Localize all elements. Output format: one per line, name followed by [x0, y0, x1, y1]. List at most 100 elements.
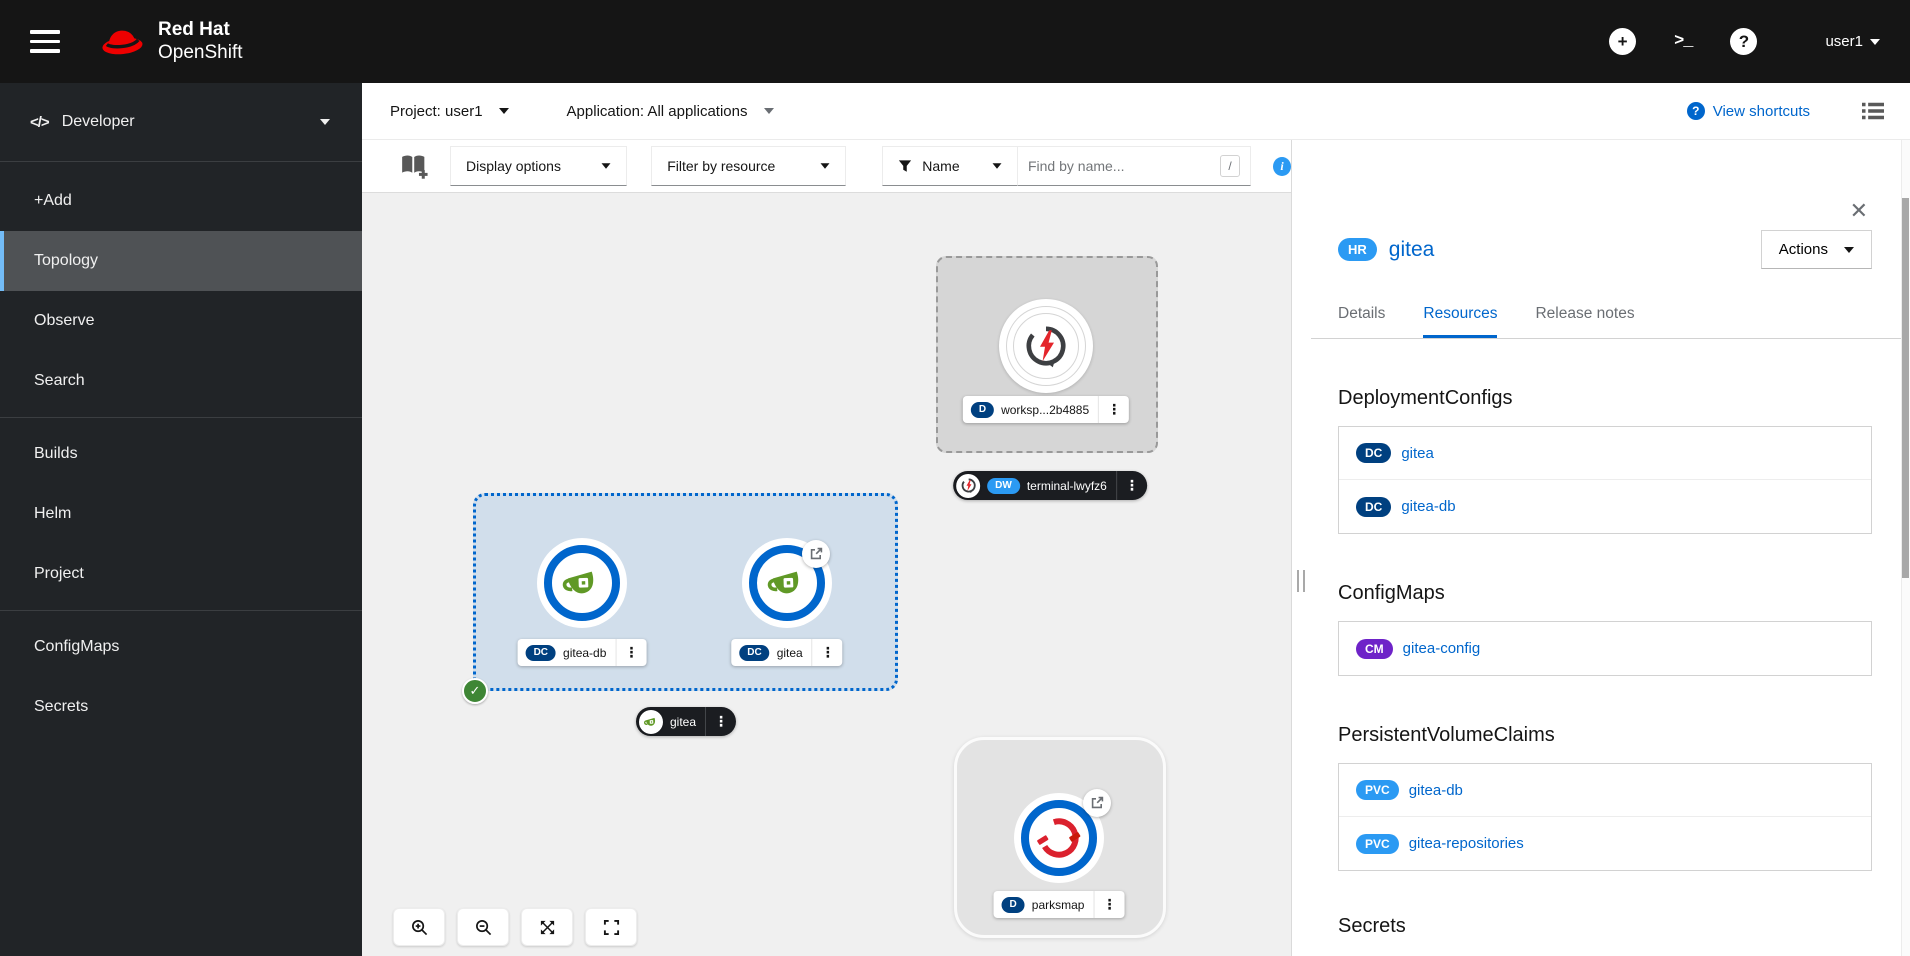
kebab-menu-icon[interactable]: ⋮: [1093, 891, 1124, 918]
masthead: Red Hat OpenShift + >_ ? user1: [0, 0, 1910, 83]
resource-badge-pvc: PVC: [1356, 833, 1399, 854]
open-url-decorator[interactable]: [1083, 789, 1111, 817]
reset-view-button[interactable]: [585, 908, 637, 946]
sidebar-item-secrets[interactable]: Secrets: [0, 677, 362, 737]
red-hat-icon: [102, 30, 143, 54]
resource-link[interactable]: gitea-db: [1409, 782, 1463, 799]
sidebar-item-search[interactable]: Search: [0, 351, 362, 411]
list-item: PVC gitea-db: [1339, 764, 1871, 817]
project-dropdown[interactable]: Project: user1: [390, 103, 509, 120]
canvas-controls: [393, 908, 637, 946]
tab-release-notes[interactable]: Release notes: [1535, 305, 1634, 338]
list-view-toggle-icon[interactable]: [1862, 102, 1884, 120]
find-by-name-field: /: [1017, 146, 1252, 186]
fit-to-screen-button[interactable]: [521, 908, 573, 946]
resource-link[interactable]: gitea-config: [1403, 640, 1481, 657]
kebab-menu-icon[interactable]: ⋮: [615, 639, 646, 666]
zoom-out-button[interactable]: [457, 908, 509, 946]
gitea-db-node[interactable]: [544, 545, 620, 621]
gitea-application-label[interactable]: gitea ⋮: [635, 707, 737, 736]
sidebar-item-observe[interactable]: Observe: [0, 291, 362, 351]
panel-tabs: Details Resources Release notes: [1311, 305, 1910, 339]
success-check-decorator[interactable]: ✓: [462, 678, 488, 704]
resource-badge-hr: HR: [1338, 238, 1377, 261]
chevron-down-icon: [763, 108, 774, 114]
gitea-node-label[interactable]: DC gitea ⋮: [731, 639, 843, 666]
sidebar-item-builds[interactable]: Builds: [0, 424, 362, 484]
display-options-dropdown[interactable]: Display options: [450, 146, 628, 186]
sidebar-item-configmaps[interactable]: ConfigMaps: [0, 617, 362, 677]
find-by-name-input[interactable]: [1027, 158, 1221, 174]
view-shortcuts-link[interactable]: ? View shortcuts: [1686, 102, 1810, 120]
filter-funnel-icon: [899, 160, 912, 172]
parksmap-node-label[interactable]: D parksmap ⋮: [993, 891, 1125, 918]
resource-link[interactable]: gitea: [1401, 445, 1434, 462]
filter-by-resource-label: Filter by resource: [667, 158, 776, 174]
filter-mode-dropdown[interactable]: Name: [882, 146, 1018, 186]
section-heading-configmaps: ConfigMaps: [1338, 582, 1445, 604]
chevron-down-icon: [992, 163, 1002, 169]
resource-badge-dc: DC: [525, 644, 557, 661]
help-icon[interactable]: ?: [1730, 28, 1758, 55]
gitea-mini-icon: [638, 709, 663, 734]
kebab-menu-icon[interactable]: ⋮: [811, 639, 843, 666]
node-label-text: gitea: [776, 645, 803, 660]
filter-mode-label: Name: [922, 158, 960, 174]
workspace-node-label[interactable]: D worksp...2b4885 ⋮: [962, 396, 1130, 423]
workspace-node[interactable]: [999, 299, 1093, 393]
configmaps-list: CM gitea-config: [1338, 621, 1872, 676]
perspective-switcher[interactable]: </> Developer: [0, 83, 362, 162]
zoom-in-button[interactable]: [393, 908, 445, 946]
resource-badge-d: D: [970, 401, 995, 418]
resource-badge-cm: CM: [1356, 638, 1393, 659]
kebab-menu-icon[interactable]: ⋮: [1115, 471, 1147, 500]
web-terminal-icon[interactable]: >_: [1674, 32, 1693, 51]
kebab-menu-icon[interactable]: ⋮: [1098, 396, 1129, 423]
gitea-db-node-label[interactable]: DC gitea-db ⋮: [517, 639, 647, 666]
resource-badge-d: D: [1001, 896, 1025, 913]
close-icon[interactable]: ✕: [1850, 200, 1868, 222]
chevron-down-icon: [601, 163, 611, 169]
sidebar-item-helm[interactable]: Helm: [0, 484, 362, 544]
devworkspace-group-label[interactable]: DW terminal-lwyfz6 ⋮: [953, 471, 1147, 500]
group-label-text: gitea: [669, 714, 697, 729]
node-label-text: parksmap: [1031, 897, 1085, 912]
application-dropdown[interactable]: Application: All applications: [567, 103, 774, 120]
gitea-icon: [562, 571, 594, 594]
panel-title-link[interactable]: gitea: [1389, 238, 1435, 262]
actions-dropdown-button[interactable]: Actions: [1760, 230, 1872, 269]
topology-side-panel: ✕ HR gitea Actions Details Resources Rel…: [1311, 140, 1910, 956]
info-icon[interactable]: i: [1273, 156, 1291, 176]
quick-create-plus-icon[interactable]: +: [1609, 28, 1637, 55]
list-item: DC gitea-db: [1339, 480, 1871, 533]
display-options-label: Display options: [466, 158, 561, 174]
help-circle-icon: ?: [1686, 102, 1705, 120]
developer-code-icon: </>: [30, 113, 50, 131]
resource-link[interactable]: gitea-repositories: [1409, 835, 1524, 852]
application-dropdown-label: Application: All applications: [566, 102, 748, 120]
user-menu[interactable]: user1: [1825, 33, 1880, 50]
kebab-menu-icon[interactable]: ⋮: [705, 707, 736, 736]
scrollbar-thumb[interactable]: [1902, 198, 1909, 578]
brand-logo: Red Hat OpenShift: [100, 19, 243, 64]
chevron-down-icon: [1870, 38, 1880, 45]
sidebar-item-project[interactable]: Project: [0, 544, 362, 604]
export-application-book-icon[interactable]: [400, 153, 428, 179]
sidebar-item-add[interactable]: +Add: [0, 171, 362, 231]
chevron-down-icon: [820, 163, 830, 169]
filter-by-resource-dropdown[interactable]: Filter by resource: [651, 146, 847, 186]
node-label-text: gitea-db: [563, 645, 607, 660]
sidebar-item-topology[interactable]: Topology: [0, 231, 362, 291]
topology-toolbar: Display options Filter by resource Name: [362, 140, 1291, 193]
resource-badge-dc: DC: [1356, 496, 1392, 517]
resource-link[interactable]: gitea-db: [1401, 498, 1455, 515]
topology-canvas[interactable]: D worksp...2b4885 ⋮ DW terminal-lwyfz6 ⋮…: [362, 193, 1291, 956]
tab-resources[interactable]: Resources: [1423, 305, 1498, 338]
sidebar: </> Developer +Add Topology Observe Sear…: [0, 83, 362, 956]
chevron-down-icon: [320, 119, 330, 125]
open-url-decorator[interactable]: [802, 540, 830, 568]
slash-shortcut-hint: /: [1220, 155, 1241, 177]
panel-resize-handle[interactable]: [1297, 570, 1305, 592]
nav-toggle-hamburger-icon[interactable]: [30, 24, 60, 59]
tab-details[interactable]: Details: [1338, 305, 1385, 338]
